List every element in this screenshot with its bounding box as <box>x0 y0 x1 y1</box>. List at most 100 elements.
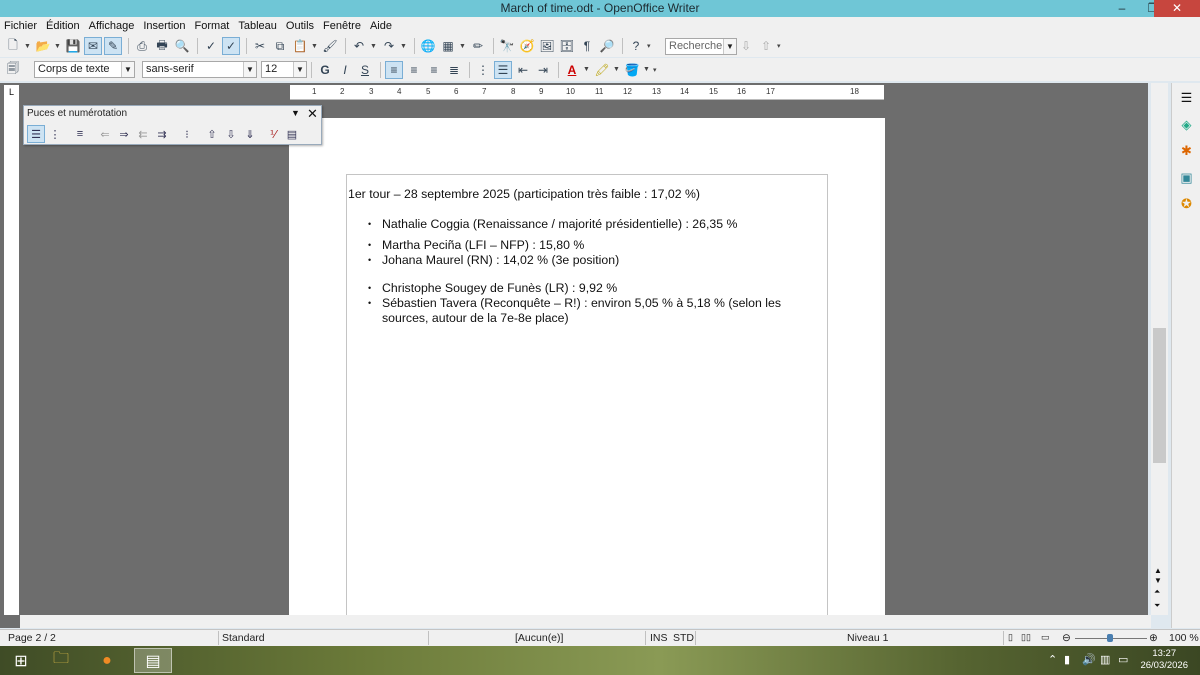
find-replace-icon[interactable]: 🔭 <box>498 37 516 55</box>
paste-dropdown-icon[interactable]: ▼ <box>311 43 318 50</box>
move-up-icon[interactable]: ⇧ <box>203 125 221 143</box>
menu-insertion[interactable]: Insertion <box>143 20 185 32</box>
table-icon[interactable]: ▦ <box>439 37 457 55</box>
insert-mode[interactable]: INS <box>650 632 668 644</box>
menu-affichage[interactable]: Affichage <box>89 20 135 32</box>
move-down-icon[interactable]: ⇩ <box>222 125 240 143</box>
menu-outils[interactable]: Outils <box>286 20 314 32</box>
search-input[interactable]: Rechercher ▼ <box>665 37 737 55</box>
styles-icon[interactable]: ✱ <box>1177 141 1196 160</box>
background-dropdown-icon[interactable]: ▼ <box>643 66 650 73</box>
book-view-icon[interactable]: ▭ <box>1041 632 1050 643</box>
redo-icon[interactable]: ↷ <box>380 37 398 55</box>
numbering-off-icon[interactable]: ⋮ <box>46 125 64 143</box>
font-size-select[interactable]: 12 ▼ <box>261 61 307 78</box>
table-dropdown-icon[interactable]: ▼ <box>459 43 466 50</box>
print-icon[interactable]: 🖶 <box>153 37 171 55</box>
zoom-slider-handle[interactable] <box>1107 634 1113 642</box>
align-center-icon[interactable]: ≡ <box>405 61 423 79</box>
demote-with-subpoints-icon[interactable]: ⇉ <box>153 125 171 143</box>
open-folder-icon[interactable]: 📂 <box>34 37 52 55</box>
hyperlink-icon[interactable]: 🌐 <box>419 37 437 55</box>
insert-unnumbered-entry-icon[interactable]: ⁝ <box>178 125 196 143</box>
redo-dropdown-icon[interactable]: ▼ <box>400 43 407 50</box>
chevron-down-icon[interactable]: ▼ <box>121 62 134 77</box>
spellcheck-icon[interactable]: ✓ <box>202 37 220 55</box>
system-clock[interactable]: 13:27 26/03/2026 <box>1140 648 1188 672</box>
zoom-out-icon[interactable]: ⊖ <box>1062 632 1071 644</box>
zoom-in-icon[interactable]: ⊕ <box>1149 632 1158 644</box>
move-down-with-subpoints-icon[interactable]: ⇓ <box>241 125 259 143</box>
menu-tableau[interactable]: Tableau <box>238 20 277 32</box>
formatting-options-icon[interactable]: ▾ <box>653 66 659 74</box>
navigator-icon[interactable]: 🧭 <box>518 37 536 55</box>
panel-close-icon[interactable]: ✕ <box>307 106 318 122</box>
language[interactable]: [Aucun(e)] <box>515 632 563 644</box>
underline-button[interactable]: S <box>356 61 374 79</box>
horizontal-ruler[interactable]: 1 2 3 4 5 6 7 8 9 10 11 12 13 14 15 16 1… <box>290 85 884 100</box>
data-sources-icon[interactable]: 🗄 <box>558 37 576 55</box>
bullets-icon[interactable]: ☰ <box>494 60 512 79</box>
promote-with-subpoints-icon[interactable]: ⇇ <box>134 125 152 143</box>
panel-menu-icon[interactable]: ▼ <box>291 108 300 118</box>
multi-page-view-icon[interactable]: ▯▯ <box>1021 632 1031 643</box>
numbering-icon[interactable]: ⋮ <box>474 61 492 79</box>
help-icon[interactable]: ? <box>627 37 645 55</box>
email-icon[interactable]: ✉ <box>84 37 102 55</box>
decrease-indent-icon[interactable]: ⇤ <box>514 61 532 79</box>
ruler-tab-selector[interactable]: L <box>4 85 19 100</box>
next-page-icon[interactable]: ⏷ <box>1154 601 1160 611</box>
zoom-level[interactable]: 100 % <box>1169 632 1199 644</box>
tray-device-icon[interactable]: ▮ <box>1064 653 1070 666</box>
bullets-off-icon[interactable]: ☰ <box>27 125 45 143</box>
export-pdf-icon[interactable]: ⎙ <box>133 37 151 55</box>
print-preview-icon[interactable]: 🔍 <box>173 37 191 55</box>
gallery-icon[interactable]: 🖼 <box>538 37 556 55</box>
page-number[interactable]: Page 2 / 2 <box>8 632 56 644</box>
autospellcheck-icon[interactable]: ✓ <box>222 37 240 55</box>
search-dropdown-icon[interactable]: ▼ <box>723 38 736 54</box>
toolbar-options-icon[interactable]: ▾ <box>647 42 653 50</box>
find-next-icon[interactable]: ⇩ <box>737 37 755 55</box>
chevron-down-icon[interactable]: ▼ <box>243 62 256 77</box>
font-name-select[interactable]: sans-serif ▼ <box>142 61 257 78</box>
close-button[interactable]: ✕ <box>1154 0 1200 17</box>
promote-level-icon[interactable]: ⇐ <box>96 125 114 143</box>
properties-icon[interactable]: ◈ <box>1177 115 1196 134</box>
justify-icon[interactable]: ≣ <box>445 61 463 79</box>
align-left-icon[interactable]: ≡ <box>385 60 403 79</box>
draw-functions-icon[interactable]: ✏ <box>469 37 487 55</box>
list-off-icon[interactable]: ≡ <box>71 125 89 143</box>
cut-icon[interactable]: ✂ <box>251 37 269 55</box>
font-color-icon[interactable]: A <box>563 61 581 79</box>
bold-button[interactable]: G <box>316 61 334 79</box>
font-color-dropdown-icon[interactable]: ▼ <box>583 66 590 73</box>
chevron-down-icon[interactable]: ▼ <box>293 62 306 77</box>
new-dropdown-icon[interactable]: ▼ <box>24 43 31 50</box>
sidebar-menu-icon[interactable]: ☰ <box>1177 88 1196 107</box>
tray-expand-icon[interactable]: ⌃ <box>1048 653 1057 666</box>
open-dropdown-icon[interactable]: ▼ <box>54 43 61 50</box>
undo-dropdown-icon[interactable]: ▼ <box>370 43 377 50</box>
openoffice-writer-icon[interactable]: ▤ <box>134 648 172 673</box>
horizontal-scrollbar[interactable] <box>20 615 1151 628</box>
restart-numbering-icon[interactable]: ⅟ <box>264 125 282 143</box>
volume-icon[interactable]: 🔊 <box>1082 653 1096 666</box>
page-style[interactable]: Standard <box>222 632 265 644</box>
find-previous-icon[interactable]: ⇧ <box>757 37 775 55</box>
increase-indent-icon[interactable]: ⇥ <box>534 61 552 79</box>
paste-icon[interactable]: 📋 <box>291 37 309 55</box>
scroll-down-icon[interactable]: ▼ <box>1154 576 1162 585</box>
styles-formatting-icon[interactable]: 🗐 <box>4 61 22 79</box>
notification-icon[interactable]: ▭ <box>1118 653 1128 666</box>
previous-page-icon[interactable]: ⏶ <box>1154 587 1160 597</box>
find-options-icon[interactable]: ▾ <box>777 42 783 50</box>
save-icon[interactable]: 💾 <box>64 37 82 55</box>
undo-icon[interactable]: ↶ <box>350 37 368 55</box>
file-explorer-icon[interactable]: 🗀 <box>42 648 80 673</box>
demote-level-icon[interactable]: ⇒ <box>115 125 133 143</box>
selection-mode[interactable]: STD <box>673 632 694 644</box>
windows-start-icon[interactable]: ⊞ <box>2 648 40 673</box>
single-page-view-icon[interactable]: ▯ <box>1008 632 1013 643</box>
zoom-icon[interactable]: 🔎 <box>598 37 616 55</box>
